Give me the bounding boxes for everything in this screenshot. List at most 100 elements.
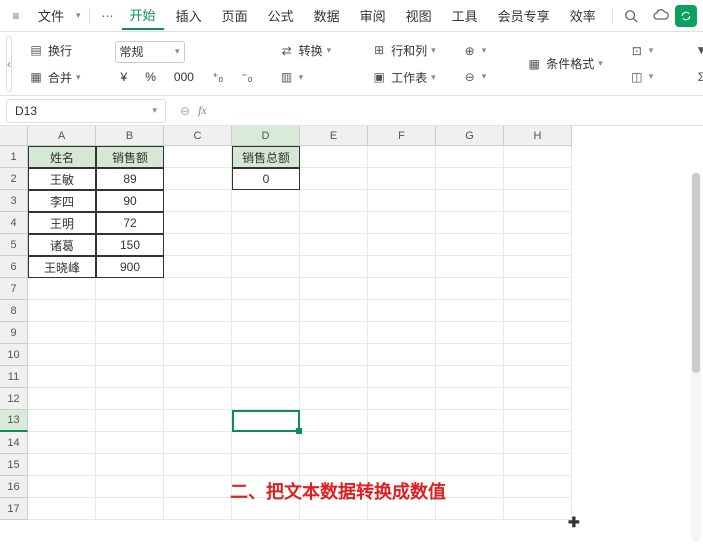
cell[interactable]: [300, 322, 368, 344]
cell[interactable]: [164, 410, 232, 432]
col-header[interactable]: E: [300, 126, 368, 146]
cell[interactable]: [164, 366, 232, 388]
cell[interactable]: [164, 278, 232, 300]
col-header[interactable]: C: [164, 126, 232, 146]
row-header[interactable]: 12: [0, 388, 28, 410]
cell[interactable]: [164, 322, 232, 344]
menu-icon[interactable]: ≡: [6, 6, 26, 26]
worksheet-button[interactable]: ▣工作表▾: [365, 66, 442, 89]
scroll-thumb[interactable]: [692, 173, 700, 373]
cell[interactable]: [28, 300, 96, 322]
cell[interactable]: [436, 234, 504, 256]
cell[interactable]: [504, 476, 572, 498]
cell[interactable]: [368, 410, 436, 432]
cell[interactable]: [232, 234, 300, 256]
col-header[interactable]: A: [28, 126, 96, 146]
cell[interactable]: [232, 256, 300, 278]
cell[interactable]: [504, 454, 572, 476]
name-box[interactable]: D13 ▾: [6, 99, 166, 123]
cell[interactable]: 90: [96, 190, 164, 212]
fx-icon[interactable]: fx: [198, 103, 207, 118]
cell[interactable]: 150: [96, 234, 164, 256]
cell[interactable]: [504, 366, 572, 388]
cell[interactable]: [96, 454, 164, 476]
col-header[interactable]: G: [436, 126, 504, 146]
cell[interactable]: [232, 366, 300, 388]
cell[interactable]: [436, 278, 504, 300]
rowcol-button[interactable]: ⊞行和列▾: [365, 39, 442, 62]
table-button[interactable]: ⊡▾: [623, 40, 660, 62]
cell[interactable]: [436, 212, 504, 234]
cell[interactable]: [300, 278, 368, 300]
cell[interactable]: [232, 454, 300, 476]
cell[interactable]: 王晓峰: [28, 256, 96, 278]
cell[interactable]: [436, 256, 504, 278]
cell[interactable]: [232, 190, 300, 212]
more-icon[interactable]: ⋯: [98, 6, 118, 26]
cell[interactable]: 李四: [28, 190, 96, 212]
search-icon[interactable]: [621, 6, 641, 26]
cell[interactable]: [504, 212, 572, 234]
cell[interactable]: [300, 300, 368, 322]
cell[interactable]: 姓名: [28, 146, 96, 168]
cell[interactable]: [300, 190, 368, 212]
cell[interactable]: [504, 388, 572, 410]
cell[interactable]: [300, 432, 368, 454]
style-button[interactable]: ◫▾: [623, 66, 660, 88]
cell[interactable]: [504, 300, 572, 322]
cell[interactable]: [28, 454, 96, 476]
row-header[interactable]: 1: [0, 146, 28, 168]
cell[interactable]: 诸葛: [28, 234, 96, 256]
cell[interactable]: [28, 476, 96, 498]
menu-efficiency[interactable]: 效率: [562, 2, 604, 29]
cell[interactable]: [436, 168, 504, 190]
cell[interactable]: [300, 388, 368, 410]
cell[interactable]: [300, 256, 368, 278]
row-header[interactable]: 9: [0, 322, 28, 344]
cell[interactable]: [436, 344, 504, 366]
menu-insert[interactable]: 插入: [168, 2, 210, 29]
row-header[interactable]: 8: [0, 300, 28, 322]
cell[interactable]: [368, 168, 436, 190]
cell[interactable]: [368, 146, 436, 168]
cell[interactable]: [368, 432, 436, 454]
cell[interactable]: [300, 168, 368, 190]
cell[interactable]: [96, 498, 164, 520]
cell[interactable]: 王明: [28, 212, 96, 234]
menu-member[interactable]: 会员专享: [490, 2, 558, 29]
cell[interactable]: [504, 168, 572, 190]
sync-badge[interactable]: [675, 5, 697, 27]
merge-button[interactable]: ▦合并▾: [22, 66, 87, 89]
cloud-icon[interactable]: [651, 6, 671, 26]
cell[interactable]: [436, 322, 504, 344]
cell[interactable]: [28, 366, 96, 388]
convert-button[interactable]: ⇄转换▾: [273, 39, 338, 62]
cell[interactable]: [164, 454, 232, 476]
cond-format-button[interactable]: ▦条件格式▾: [520, 52, 609, 75]
cell[interactable]: [300, 234, 368, 256]
cell[interactable]: [300, 212, 368, 234]
cell[interactable]: [28, 322, 96, 344]
cell[interactable]: [300, 410, 368, 432]
cell[interactable]: [368, 344, 436, 366]
format-cells-button[interactable]: ▥▾: [273, 66, 338, 88]
row-header[interactable]: 10: [0, 344, 28, 366]
menu-data[interactable]: 数据: [306, 2, 348, 29]
sum-button[interactable]: Σ求和▾: [687, 66, 703, 89]
cell[interactable]: [96, 366, 164, 388]
cell[interactable]: 0: [232, 168, 300, 190]
insert-button[interactable]: ⊕▾: [456, 40, 493, 62]
row-header[interactable]: 17: [0, 498, 28, 520]
cell[interactable]: [96, 388, 164, 410]
number-format-select[interactable]: 常规▾: [115, 41, 185, 63]
menu-review[interactable]: 审阅: [352, 2, 394, 29]
cell[interactable]: [164, 256, 232, 278]
cell[interactable]: [28, 410, 96, 432]
cell[interactable]: 销售总额: [232, 146, 300, 168]
cell[interactable]: [164, 190, 232, 212]
row-header[interactable]: 3: [0, 190, 28, 212]
percent-button[interactable]: %: [139, 67, 162, 87]
cell[interactable]: [504, 432, 572, 454]
row-header[interactable]: 4: [0, 212, 28, 234]
cell[interactable]: [232, 212, 300, 234]
